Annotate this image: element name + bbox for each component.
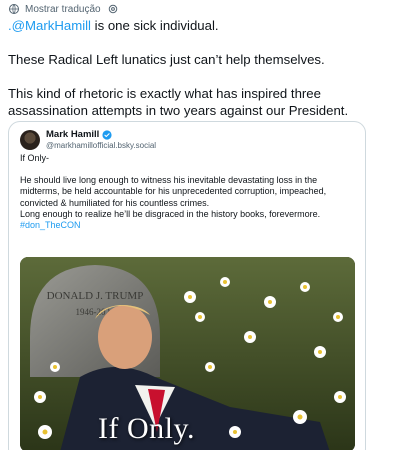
hashtag-link[interactable]: #don_TheCON bbox=[20, 220, 355, 231]
globe-icon bbox=[9, 4, 19, 14]
mention-link[interactable]: .@MarkHamill bbox=[8, 18, 91, 33]
post-text: .@MarkHamill is one sick individual. The… bbox=[8, 17, 392, 136]
post-line-1: .@MarkHamill is one sick individual. bbox=[8, 17, 392, 34]
gear-icon[interactable] bbox=[107, 3, 119, 15]
show-translation-label[interactable]: Mostrar tradução bbox=[25, 4, 101, 15]
quoted-post-header: Mark Hamill @markhamillofficial.bsky.soc… bbox=[20, 129, 156, 151]
quoted-post-image[interactable]: DONALD J. TRUMP 1946-2024 If Only. bbox=[20, 257, 355, 450]
author-name[interactable]: Mark Hamill bbox=[46, 129, 99, 141]
quoted-paragraph-2: Long enough to realize he’ll be disgrace… bbox=[20, 208, 321, 219]
image-caption: If Only. bbox=[98, 412, 196, 445]
avatar[interactable] bbox=[20, 130, 40, 150]
verified-badge-icon bbox=[102, 130, 112, 140]
quoted-paragraph: He should live long enough to witness hi… bbox=[20, 175, 327, 208]
post-line-2: These Radical Left lunatics just can’t h… bbox=[8, 52, 325, 67]
author-handle: @markhamillofficial.bsky.social bbox=[46, 141, 157, 150]
quoted-first-line: If Only- bbox=[20, 153, 50, 163]
show-translation-link[interactable]: Mostrar tradução bbox=[8, 2, 119, 16]
gravestone-name: DONALD J. TRUMP bbox=[47, 290, 144, 302]
post-line-3: This kind of rhetoric is exactly what ha… bbox=[8, 86, 349, 118]
post-line-1-rest: is one sick individual. bbox=[91, 18, 219, 33]
author-name-row: Mark Hamill bbox=[46, 129, 156, 141]
quoted-post-body: If Only- He should live long enough to w… bbox=[20, 153, 355, 231]
quoted-post-card[interactable]: Mark Hamill @markhamillofficial.bsky.soc… bbox=[8, 121, 366, 450]
